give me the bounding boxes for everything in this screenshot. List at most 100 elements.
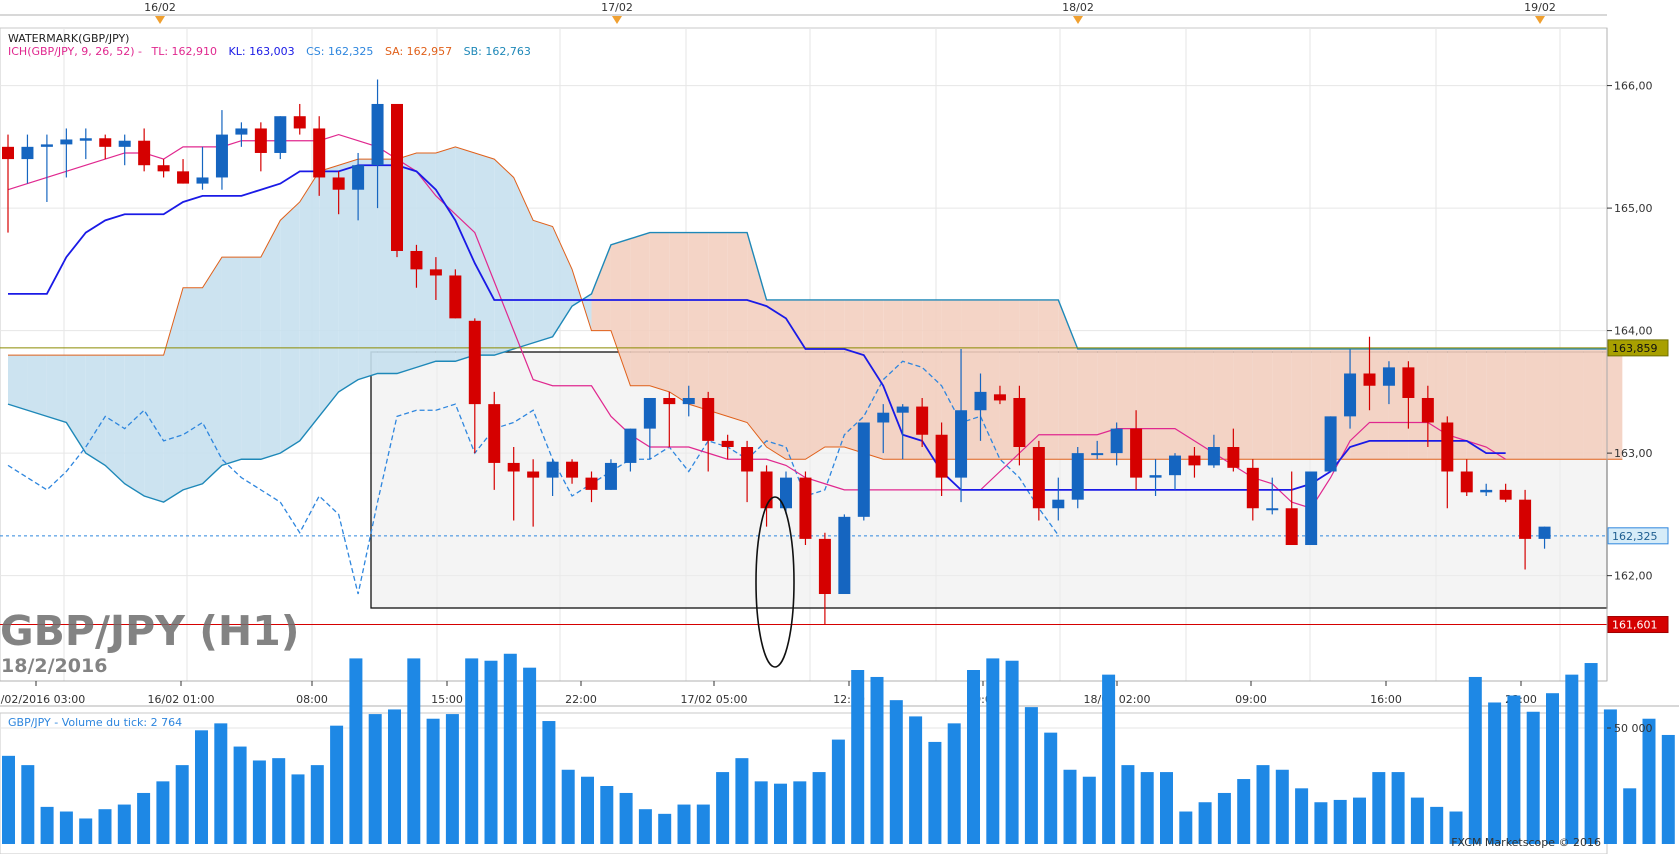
- candle-body: [391, 103, 403, 251]
- candle-body: [1402, 367, 1415, 398]
- ichimoku-prefix: ICH(GBP/JPY, 9, 26, 52) -: [8, 45, 142, 58]
- chart-canvas[interactable]: 16/02 17/02 18/02 19/02 166,00 165,00 164,…: [0, 0, 1679, 854]
- volume-bar: [831, 739, 845, 844]
- volume-bar: [1198, 802, 1212, 844]
- senkou-b-value: SB: 162,763: [464, 45, 531, 58]
- cloud-segment-bullish: [280, 201, 300, 454]
- candle-body: [1110, 428, 1123, 454]
- candle-body: [682, 397, 695, 405]
- cloud-segment-bullish: [183, 287, 203, 490]
- candle-body: [79, 138, 92, 141]
- volume-bar: [1507, 695, 1521, 844]
- volume-bar: [1661, 734, 1675, 844]
- cloud-segment-bearish: [1583, 348, 1603, 460]
- resistance-price-tag-text: 163,859: [1612, 342, 1658, 355]
- cloud-segment-bearish: [805, 299, 825, 460]
- candle-body: [118, 140, 131, 147]
- candle-body: [624, 428, 637, 463]
- volume-bar: [1642, 718, 1656, 844]
- volume-bar: [542, 721, 556, 844]
- cloud-segment-bearish: [630, 232, 650, 386]
- candle-body: [1305, 471, 1318, 546]
- volume-bar: [1256, 765, 1270, 844]
- top-date-bar: 16/02 17/02 18/02 19/02: [0, 0, 1607, 24]
- price-pane[interactable]: [0, 27, 1623, 682]
- top-date-label-1: 16/02: [144, 1, 176, 14]
- candle-body: [818, 538, 831, 595]
- volume-bar: [619, 792, 633, 844]
- candle-body: [974, 391, 987, 411]
- candle-body: [1499, 489, 1512, 500]
- candle-body: [468, 320, 481, 405]
- candle-body: [40, 144, 53, 147]
- volume-bar: [368, 714, 382, 844]
- volume-bar: [967, 670, 980, 844]
- volume-bar: [658, 813, 672, 844]
- volume-bar: [1063, 769, 1077, 844]
- candle-body: [702, 397, 715, 441]
- volume-bar: [1082, 776, 1096, 844]
- candle-body: [1519, 499, 1532, 539]
- cloud-segment-bearish: [1272, 348, 1292, 460]
- volume-bar: [2, 755, 15, 844]
- candle-bearish: [799, 471, 812, 546]
- volume-bar: [1430, 806, 1444, 844]
- volume-bar: [947, 723, 961, 844]
- volume-bar: [812, 772, 826, 844]
- candle-body: [293, 116, 306, 129]
- tenkan-value: TL: 162,910: [150, 45, 217, 58]
- volume-bar: [330, 725, 344, 844]
- candle-body: [1013, 397, 1026, 447]
- top-date-label-4: 19/02: [1524, 1, 1556, 14]
- cloud-segment-bullish: [241, 257, 261, 460]
- cloud-segment-bearish: [1077, 348, 1098, 460]
- candle-body: [527, 471, 540, 478]
- volume-bar: [638, 809, 652, 844]
- cloud-segment-bullish: [124, 355, 145, 497]
- candle-body: [1246, 467, 1259, 509]
- top-date-label-2: 17/02: [601, 1, 633, 14]
- volume-bar: [388, 709, 401, 844]
- y-tick-label: 162,00: [1614, 570, 1653, 583]
- volume-bar: [1237, 779, 1251, 844]
- volume-bar: [1546, 693, 1559, 844]
- candle-body: [1052, 499, 1065, 509]
- volume-bar: [1623, 788, 1637, 844]
- volume-bar: [1275, 769, 1289, 844]
- cloud-segment-bullish: [319, 165, 339, 417]
- cloud-segment-bullish: [533, 220, 553, 343]
- volume-bar: [195, 730, 208, 844]
- candle-body: [99, 138, 112, 147]
- cloud-segment-bearish: [1602, 348, 1623, 460]
- candle-body: [1207, 446, 1220, 466]
- x-tick-label: 15/02/2016 03:00: [0, 693, 85, 706]
- y-tick-label: 163,00: [1614, 447, 1653, 460]
- cloud-segment-bearish: [1175, 348, 1195, 460]
- candle-bullish: [1305, 471, 1318, 546]
- volume-bar: [696, 804, 710, 844]
- cloud-segment-bearish: [1505, 348, 1526, 460]
- candle-bullish: [1324, 416, 1337, 472]
- candle-body: [1227, 446, 1240, 468]
- x-tick-label: 16/02 01:00: [148, 693, 215, 706]
- volume-bar: [1410, 797, 1424, 844]
- candle-body: [993, 394, 1006, 401]
- candle-body: [196, 177, 209, 184]
- top-date-label-3: 18/02: [1062, 1, 1094, 14]
- candle-body: [371, 103, 384, 166]
- volume-bar: [1217, 792, 1231, 844]
- candle-body: [332, 177, 345, 190]
- cloud-segment-bearish: [1252, 348, 1273, 460]
- volume-bar: [445, 714, 459, 844]
- cloud-segment-bearish: [1388, 348, 1409, 460]
- candle-body: [955, 410, 968, 478]
- candle-bullish: [274, 116, 287, 160]
- volume-bar: [561, 769, 575, 844]
- candle-body: [507, 462, 520, 472]
- candle-body: [449, 275, 462, 319]
- candle-body: [313, 128, 326, 178]
- senkou-a-value: SA: 162,957: [385, 45, 452, 58]
- x-tick-label: 08:00: [296, 693, 328, 706]
- candle-body: [177, 171, 190, 184]
- candle-body: [157, 165, 170, 172]
